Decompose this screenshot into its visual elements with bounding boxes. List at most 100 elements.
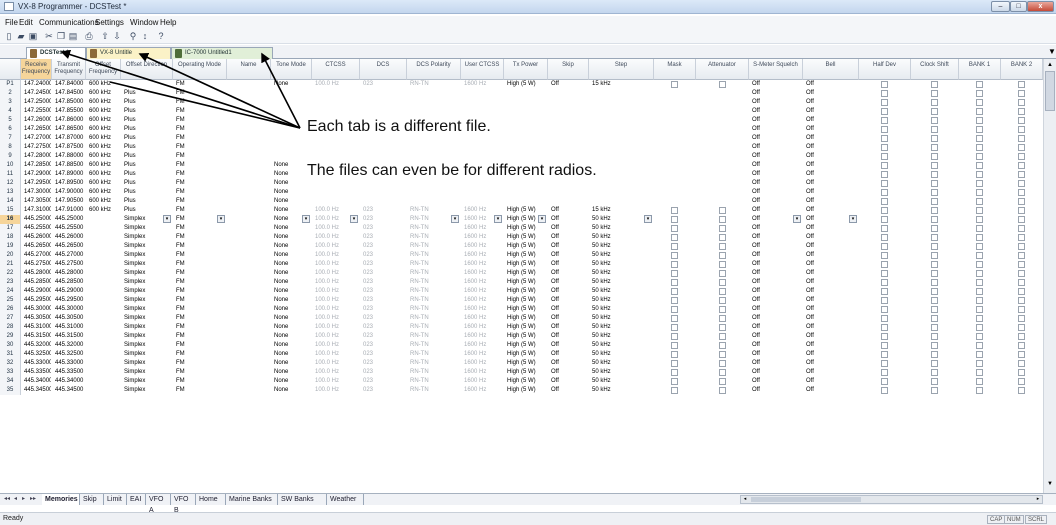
bank-2-checkbox[interactable] [1018,144,1025,151]
dropdown-arrow-icon[interactable]: ▾ [217,215,225,223]
bell-cell[interactable]: Off [806,260,858,269]
operating-mode-cell[interactable]: FM [176,224,226,233]
half-dev-checkbox[interactable] [881,180,888,187]
tone-mode-cell[interactable]: None [274,242,311,251]
clock-shift-checkbox[interactable] [931,288,938,295]
operating-mode-cell[interactable]: FM [176,80,226,89]
tone-mode-cell[interactable]: None [274,260,311,269]
receive-frequency-cell[interactable]: 445.28500 [24,278,51,287]
row-number[interactable]: 31 [0,350,21,359]
clock-shift-checkbox[interactable] [931,198,938,205]
operating-mode-cell[interactable]: FM [176,377,226,386]
row-number[interactable]: 3 [0,98,21,107]
clock-shift-checkbox[interactable] [931,90,938,97]
bell-cell[interactable]: Off [806,206,858,215]
bank-2-checkbox[interactable] [1018,360,1025,367]
half-dev-checkbox[interactable] [881,216,888,223]
offset-frequency-cell[interactable] [89,224,120,233]
bank-2-checkbox[interactable] [1018,117,1025,124]
offset-frequency-cell[interactable] [89,368,120,377]
transmit-frequency-cell[interactable]: 445.33000 [55,359,85,368]
binoculars-icon[interactable]: ⚲ [128,31,138,41]
skip-cell[interactable]: Off [551,260,588,269]
clock-shift-checkbox[interactable] [931,162,938,169]
print-icon[interactable]: ⎙ [84,31,94,41]
file-tab-dcstest[interactable]: DCSTest * x [26,47,98,59]
offset-direction-cell[interactable]: Plus [124,179,172,188]
half-dev-checkbox[interactable] [881,234,888,241]
sheet-nav-icon[interactable]: ▸▸ [30,495,36,502]
skip-cell[interactable]: Off [551,323,588,332]
row-number[interactable]: 28 [0,323,21,332]
bank-2-checkbox[interactable] [1018,234,1025,241]
bank-2-checkbox[interactable] [1018,81,1025,88]
user-ctcss-cell[interactable]: 1600 Hz [464,314,503,323]
offset-direction-cell[interactable]: Plus [124,197,172,206]
dcs-cell[interactable]: 023 [363,305,406,314]
user-ctcss-cell[interactable]: 1600 Hz [464,206,503,215]
bank-1-checkbox[interactable] [976,189,983,196]
half-dev-checkbox[interactable] [881,225,888,232]
bank-1-checkbox[interactable] [976,108,983,115]
tx-power-cell[interactable]: High (5 W) [507,350,547,359]
tx-power-cell[interactable]: High (5 W) [507,260,547,269]
offset-frequency-cell[interactable] [89,305,120,314]
dcs-polarity-cell[interactable]: RN-TN [410,278,460,287]
operating-mode-cell[interactable]: FM [176,278,226,287]
sheet-tab-marine-banks[interactable]: Marine Banks [226,494,278,505]
dcs-cell[interactable]: 023 [363,314,406,323]
ctcss-cell[interactable]: 100.0 Hz [315,296,359,305]
bank-1-checkbox[interactable] [976,198,983,205]
s-meter-squelch-cell[interactable]: Off [752,269,802,278]
transmit-frequency-cell[interactable]: 445.27500 [55,260,85,269]
bank-2-checkbox[interactable] [1018,216,1025,223]
copy-icon[interactable]: ❐ [56,31,66,41]
clock-shift-checkbox[interactable] [931,252,938,259]
attenuator-checkbox[interactable] [719,207,726,214]
column-header[interactable]: Mask [654,59,696,80]
bank-1-checkbox[interactable] [976,342,983,349]
dcs-polarity-cell[interactable]: RN-TN [410,314,460,323]
user-ctcss-cell[interactable]: 1600 Hz [464,80,503,89]
skip-cell[interactable]: Off [551,206,588,215]
bell-cell[interactable]: Off [806,197,858,206]
transmit-frequency-cell[interactable]: 147.86000 [55,116,85,125]
bank-1-checkbox[interactable] [976,270,983,277]
transmit-frequency-cell[interactable]: 147.84500 [55,89,85,98]
receive-frequency-cell[interactable]: 445.29500 [24,296,51,305]
s-meter-squelch-cell[interactable]: Off [752,125,802,134]
s-meter-squelch-cell[interactable]: Off [752,170,802,179]
bell-cell[interactable]: Off [806,296,858,305]
clock-shift-checkbox[interactable] [931,81,938,88]
transmit-frequency-cell[interactable]: 147.89000 [55,170,85,179]
operating-mode-cell[interactable]: FM [176,107,226,116]
bell-cell[interactable]: Off [806,377,858,386]
bell-cell[interactable]: Off [806,287,858,296]
mask-checkbox[interactable] [671,243,678,250]
receive-frequency-cell[interactable]: 445.33000 [24,359,51,368]
s-meter-squelch-cell[interactable]: Off [752,107,802,116]
half-dev-checkbox[interactable] [881,306,888,313]
transmit-frequency-cell[interactable]: 445.34000 [55,377,85,386]
clock-shift-checkbox[interactable] [931,207,938,214]
skip-cell[interactable]: Off [551,350,588,359]
offset-direction-cell[interactable]: Simplex [124,260,172,269]
user-ctcss-cell[interactable]: 1600 Hz [464,332,503,341]
operating-mode-cell[interactable]: FM [176,116,226,125]
receive-frequency-cell[interactable]: 445.34500 [24,386,51,395]
attenuator-checkbox[interactable] [719,306,726,313]
bank-1-checkbox[interactable] [976,162,983,169]
skip-cell[interactable]: Off [551,386,588,395]
offset-direction-cell[interactable]: Simplex [124,296,172,305]
bank-1-checkbox[interactable] [976,216,983,223]
user-ctcss-cell[interactable]: 1600 Hz [464,251,503,260]
dcs-polarity-cell[interactable]: RN-TN [410,350,460,359]
dcs-cell[interactable]: 023 [363,350,406,359]
receive-frequency-cell[interactable]: 147.30000 [24,188,51,197]
sheet-tab-limit[interactable]: Limit [104,494,127,505]
mask-checkbox[interactable] [671,216,678,223]
user-ctcss-cell[interactable]: 1600 Hz [464,350,503,359]
dcs-cell[interactable]: 023 [363,359,406,368]
tone-mode-cell[interactable]: None [274,341,311,350]
mask-checkbox[interactable] [671,261,678,268]
